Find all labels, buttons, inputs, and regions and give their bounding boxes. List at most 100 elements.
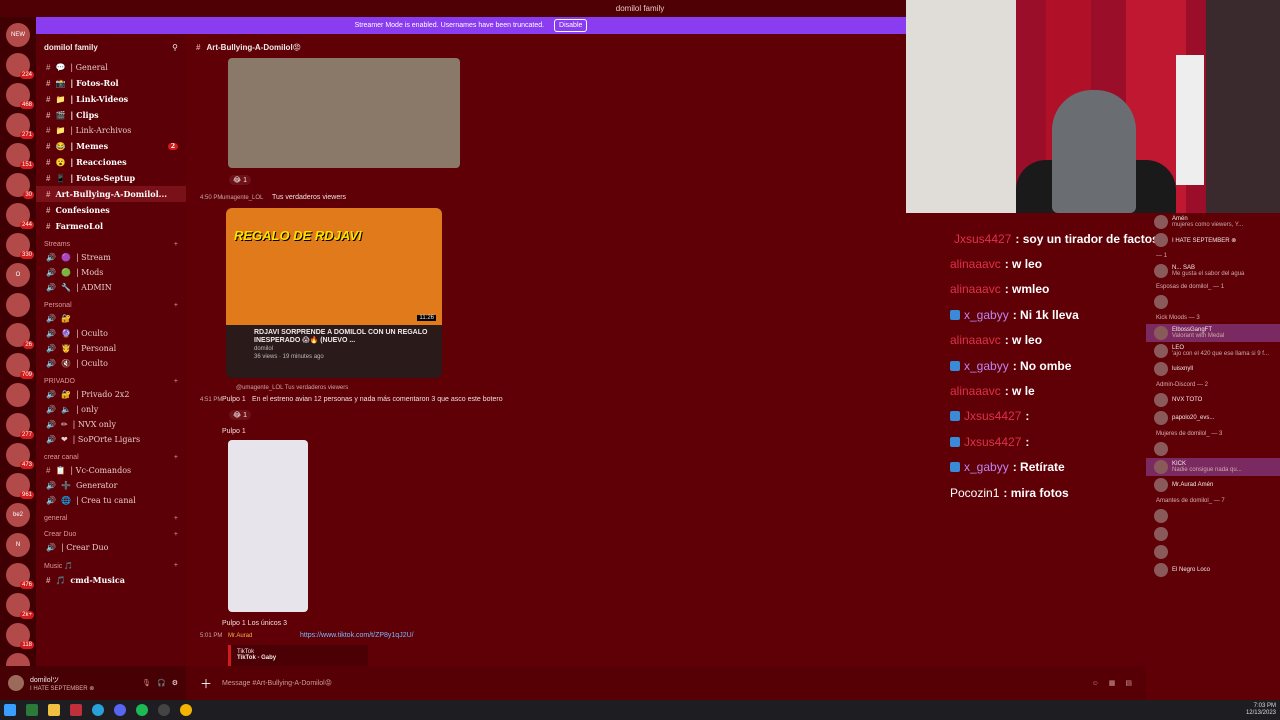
member-item[interactable] [1146,293,1280,311]
server-icon[interactable]: 224 [6,53,34,79]
server-icon[interactable]: 244 [6,203,34,229]
server-icon[interactable]: 961 [6,473,34,499]
server-icon[interactable]: 330 [6,233,34,259]
channel-category[interactable]: Crear Duo + [36,524,186,540]
chrome-icon[interactable] [180,704,192,716]
embed-title[interactable]: TikTok - Gaby [237,655,362,661]
reaction-laugh[interactable]: 😂 1 [229,175,252,185]
sidebar-channel[interactable]: # 📋 | Vc-Comandos [36,463,186,478]
attach-plus-icon[interactable]: ＋ [200,675,212,692]
youtube-thumbnail[interactable]: REGALO DE RDJAVI 11:26 [226,208,442,325]
sidebar-channel[interactable]: 🔊 🔮 | Oculto [36,326,186,341]
sidebar-channel[interactable]: 🔊 🤴 | Personal [36,341,186,356]
sidebar-channel[interactable]: 🔊 🔧 | ADMIN [36,280,186,295]
sidebar-channel[interactable]: # 💬 | General [36,60,186,75]
avatar[interactable] [8,675,24,691]
member-item[interactable]: NVX TOTO [1146,391,1280,409]
member-item[interactable]: N... SAB Me gusta el sabor del agua [1146,262,1280,280]
member-item[interactable]: LEO'ajo con el 420 que ese llama si 9 f.… [1146,342,1280,360]
sidebar-channel[interactable]: # 📁 | Link-Videos [36,91,186,107]
member-item[interactable] [1146,543,1280,561]
sidebar-channel[interactable]: 🔊 ✏ | NVX only [36,417,186,432]
video-thumbnail-face[interactable] [228,58,460,168]
server-icon[interactable]: 30 [6,173,34,199]
server-icon[interactable]: 473 [6,443,34,469]
sidebar-channel[interactable]: 🔊 🔐 [36,311,186,326]
reply-reference[interactable]: @umagente_LOL Tus verdaderos viewers [236,385,348,391]
member-item[interactable] [1146,525,1280,543]
server-icon[interactable]: 118 [6,623,34,649]
member-item[interactable] [1146,507,1280,525]
sidebar-channel[interactable]: # 😂 | Memes 2 [36,138,186,154]
system-tray-clock[interactable]: 7:03 PM 12/13/2023 [1246,703,1276,717]
sidebar-channel[interactable]: 🔊 🟢 | Mods [36,265,186,280]
channel-category[interactable]: general + [36,508,186,524]
server-icon[interactable]: 476 [6,563,34,589]
server-icon[interactable]: O [6,263,30,287]
reaction-laugh[interactable]: 😂 1 [229,410,252,420]
sidebar-channel[interactable]: 🔊 ❤ | SoPOrte Ligars [36,432,186,447]
server-icon[interactable]: 26 [6,323,34,349]
channel-category[interactable]: crear canal + [36,447,186,463]
add-channel-icon[interactable]: + [174,531,178,538]
sidebar-channel[interactable]: # Confesiones [36,202,186,218]
message-link[interactable]: https://www.tiktok.com/t/ZP8y1qJ2U/ [300,632,414,639]
server-icon[interactable]: be2 [6,503,30,527]
add-channel-icon[interactable]: + [174,302,178,309]
sidebar-channel[interactable]: 🔊 | Crear Duo [36,540,186,555]
sidebar-channel[interactable]: 🔊 🔇 | Oculto [36,356,186,371]
sidebar-channel[interactable]: 🔊 ➕ Generator [36,478,186,493]
message-username[interactable]: Pulpo 1 [222,428,246,435]
disable-button[interactable]: Disable [554,19,588,32]
sidebar-channel[interactable]: # 📸 | Fotos-Rol [36,75,186,91]
add-channel-icon[interactable]: + [174,378,178,385]
emoji-icon[interactable]: ☺ [1092,680,1099,687]
server-icon[interactable]: 2k+ [6,593,34,619]
server-header[interactable]: domilol family ⚲ [36,34,186,60]
sidebar-channel[interactable]: 🔊 🟣 | Stream [36,250,186,265]
member-item[interactable]: luisxnyll [1146,360,1280,378]
member-item[interactable]: ElbossGangFT Valorant with Medal [1146,324,1280,342]
gift-icon[interactable]: ▤ [1125,679,1132,687]
youtube-embed[interactable]: REGALO DE RDJAVI 11:26 RDJAVI SORPRENDE … [226,208,442,378]
server-icon[interactable]: 151 [6,143,34,169]
server-icon[interactable] [6,383,30,407]
member-item[interactable]: KICK Nadie consigue nada qu... [1146,458,1280,476]
message-username[interactable]: umagente_LOL [222,195,263,201]
sidebar-channel[interactable]: # 🎬 | Clips [36,107,186,123]
member-item[interactable] [1146,440,1280,458]
tiktok-embed[interactable]: TikTok TikTok - Gaby [228,645,368,667]
video-title[interactable]: RDJAVI SORPRENDE A DOMILOL CON UN REGALO… [226,325,442,344]
terminal-icon[interactable] [26,704,38,716]
spotify-icon[interactable] [136,704,148,716]
sidebar-channel[interactable]: # 🎵 cmd-Musica [36,572,186,588]
deafen-icon[interactable]: 🎧 [157,679,166,687]
channel-category[interactable]: Streams + [36,234,186,250]
server-icon[interactable]: NEW [6,23,30,47]
file-explorer-icon[interactable] [48,704,60,716]
server-icon[interactable]: 709 [6,353,34,379]
add-channel-icon[interactable]: + [174,515,178,522]
add-member-icon[interactable]: ⚲ [172,43,178,52]
obs-icon[interactable] [158,704,170,716]
mute-icon[interactable]: 🎙 [142,679,151,687]
server-icon[interactable]: 271 [6,113,34,139]
member-item[interactable]: Amén mujeres como viewers, Y... [1146,213,1280,231]
member-item[interactable]: El Negro Loco [1146,561,1280,579]
channel-category[interactable]: Personal + [36,295,186,311]
discord-icon[interactable] [114,704,126,716]
add-channel-icon[interactable]: + [174,454,178,461]
member-item[interactable]: I HATE SEPTEMBER ⊗ [1146,231,1280,249]
member-item[interactable]: Mr.Aurad Amén [1146,476,1280,494]
sidebar-channel[interactable]: # FarmeoLol [36,218,186,234]
message-username[interactable]: Pulpo 1 [222,396,246,403]
windows-start-icon[interactable] [4,704,16,716]
sidebar-channel[interactable]: # 😮 | Reacciones [36,154,186,170]
edge-icon[interactable] [92,704,104,716]
sidebar-channel[interactable]: # 📁 | Link-Archivos [36,123,186,138]
server-icon[interactable] [6,293,30,317]
apps-icon[interactable]: ▦ [1109,679,1116,687]
server-icon[interactable]: 277 [6,413,34,439]
message-input[interactable]: Message #Art-Bullying-A-Domilol😡 [222,679,1082,687]
sidebar-channel[interactable]: 🔊 🔈 | only [36,402,186,417]
